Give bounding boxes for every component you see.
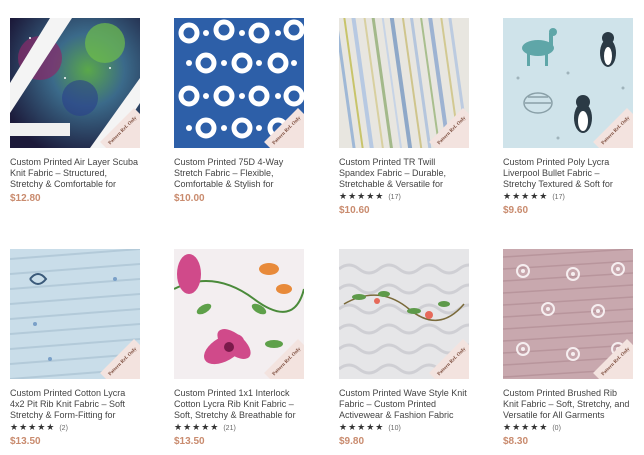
product-title[interactable]: Custom Printed 75D 4-Way Stretch Fabric … <box>174 157 304 190</box>
rating-count: (2) <box>59 425 68 432</box>
product-title[interactable]: Custom Printed Poly Lycra Liverpool Bull… <box>503 157 633 190</box>
rating-count: (21) <box>223 425 236 432</box>
product-title[interactable]: Custom Printed TR Twill Spandex Fabric –… <box>339 157 469 190</box>
product-price: $9.60 <box>503 205 529 216</box>
product-card[interactable]: Pattern Ref. Only Custom Printed 1x1 Int… <box>174 249 304 447</box>
rating-count: (17) <box>552 194 565 201</box>
product-image-floral[interactable]: Pattern Ref. Only <box>174 249 304 379</box>
rating-count: (17) <box>388 194 401 201</box>
product-card[interactable]: Pattern Ref. Only Custom Printed Poly Ly… <box>503 18 633 216</box>
product-title[interactable]: Custom Printed 1x1 Interlock Cotton Lycr… <box>174 388 304 421</box>
product-price: $10.60 <box>339 205 370 216</box>
product-price: $8.30 <box>503 436 529 447</box>
rating-count: (10) <box>388 425 401 432</box>
product-title[interactable]: Custom Printed Cotton Lycra 4x2 Pit Rib … <box>10 388 140 421</box>
product-card[interactable]: Pattern Ref. Only Custom Printed Cotton … <box>10 249 140 447</box>
product-price: $10.00 <box>174 193 205 204</box>
product-card[interactable]: Pattern Ref. Only Custom Printed Brushed… <box>503 249 633 447</box>
rating-stars: ★★★★★ (10) <box>339 422 401 432</box>
rating-stars: ★★★★★ (17) <box>339 191 401 201</box>
product-image-wave-vine[interactable]: Pattern Ref. Only <box>339 249 469 379</box>
rating-count: (0) <box>552 425 561 432</box>
product-price: $13.50 <box>174 436 205 447</box>
product-image-blue-circles[interactable]: Pattern Ref. Only <box>174 18 304 148</box>
product-image-animals[interactable]: Pattern Ref. Only <box>503 18 633 148</box>
rating-stars: ★★★★★ (2) <box>10 422 68 432</box>
product-card[interactable]: Pattern Ref. Only Custom Printed TR Twil… <box>339 18 469 216</box>
product-title[interactable]: Custom Printed Wave Style Knit Fabric – … <box>339 388 469 421</box>
rating-stars: ★★★★★ (21) <box>174 422 236 432</box>
product-image-moon-rib[interactable]: Pattern Ref. Only <box>10 249 140 379</box>
product-price: $12.80 <box>10 193 41 204</box>
rating-stars: ★★★★★ (17) <box>503 191 565 201</box>
product-price: $13.50 <box>10 436 41 447</box>
rating-stars: ★★★★★ (0) <box>503 422 561 432</box>
product-card[interactable]: Pattern Ref. Only Custom Printed 75D 4-W… <box>174 18 304 204</box>
product-title[interactable]: Custom Printed Brushed Rib Knit Fabric –… <box>503 388 633 421</box>
product-card[interactable]: Pattern Ref. Only Custom Printed Wave St… <box>339 249 469 447</box>
product-price: $9.80 <box>339 436 365 447</box>
product-image-stripes[interactable]: Pattern Ref. Only <box>339 18 469 148</box>
product-image-pink-flower-rib[interactable]: Pattern Ref. Only <box>503 249 633 379</box>
product-title[interactable]: Custom Printed Air Layer Scuba Knit Fabr… <box>10 157 140 190</box>
product-image-galaxy[interactable]: Pattern Ref. Only <box>10 18 140 148</box>
product-card[interactable]: Pattern Ref. Only Custom Printed Air Lay… <box>10 18 140 204</box>
